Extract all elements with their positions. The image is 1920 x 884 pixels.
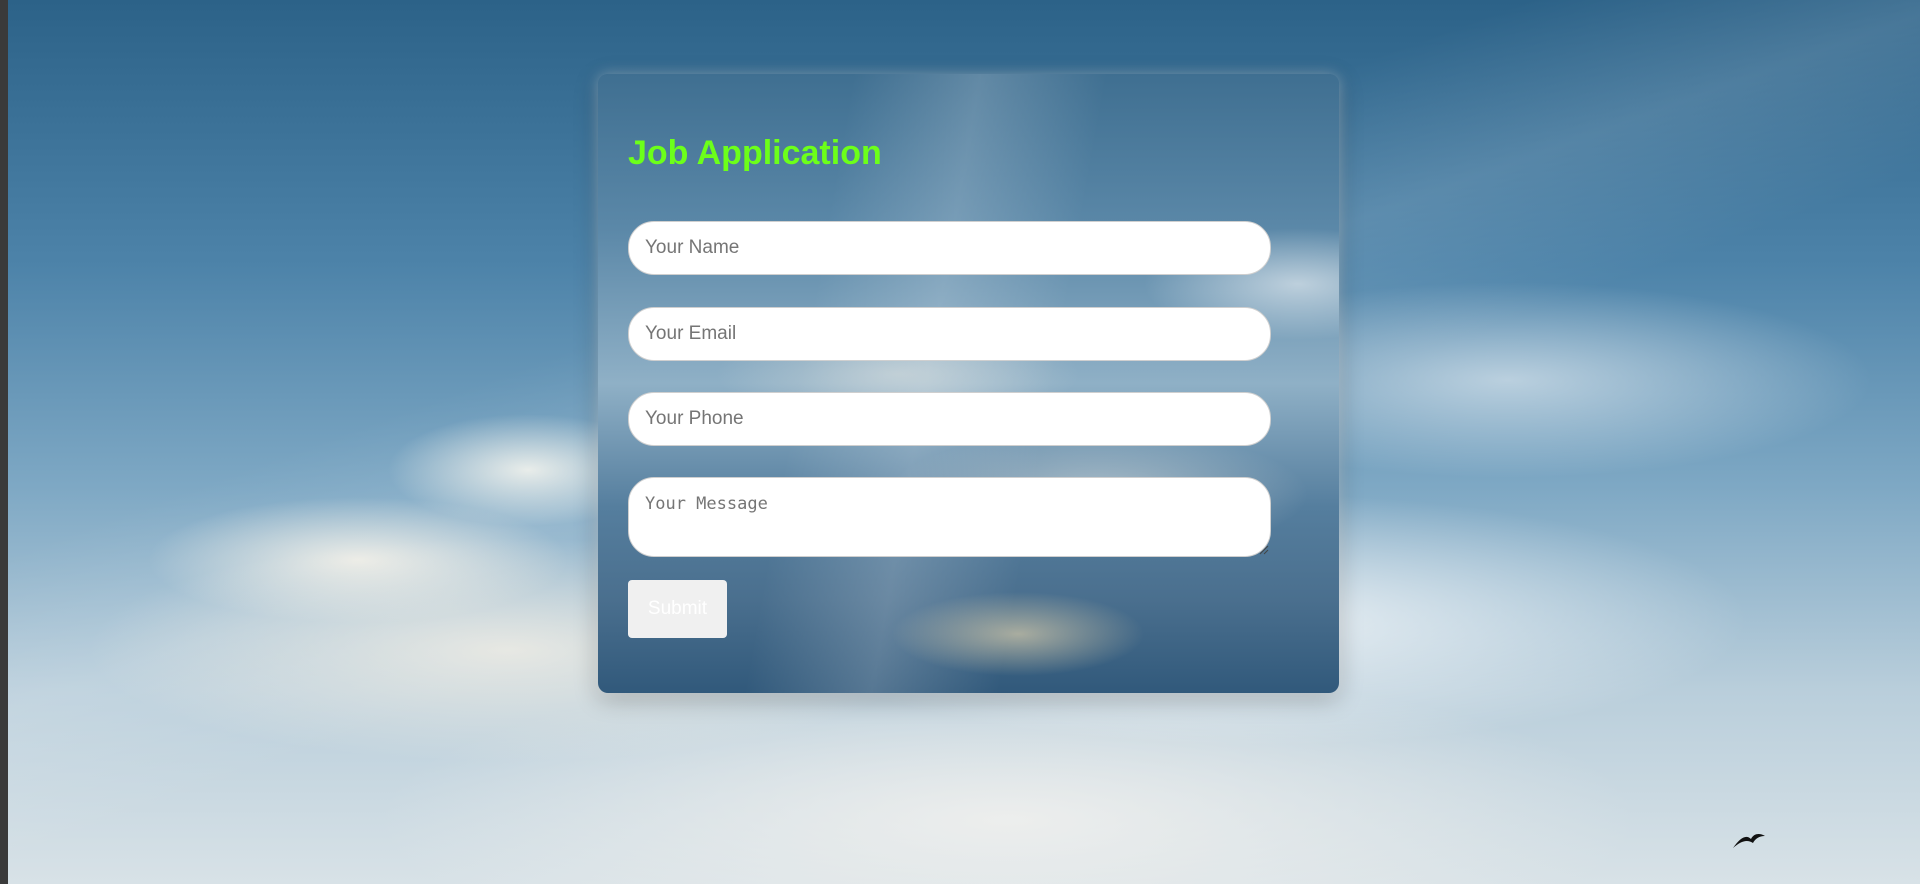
- resize-grip-icon[interactable]: [1258, 544, 1269, 555]
- phone-input[interactable]: [628, 392, 1271, 446]
- job-application-form: Job Application Submit: [598, 74, 1339, 693]
- message-textarea[interactable]: [628, 477, 1271, 557]
- bird-icon: [1733, 834, 1765, 848]
- form-title: Job Application: [628, 134, 882, 172]
- submit-button[interactable]: Submit: [628, 580, 727, 638]
- sky-background: Job Application Submit: [8, 0, 1920, 884]
- email-input[interactable]: [628, 307, 1271, 361]
- name-input[interactable]: [628, 221, 1271, 275]
